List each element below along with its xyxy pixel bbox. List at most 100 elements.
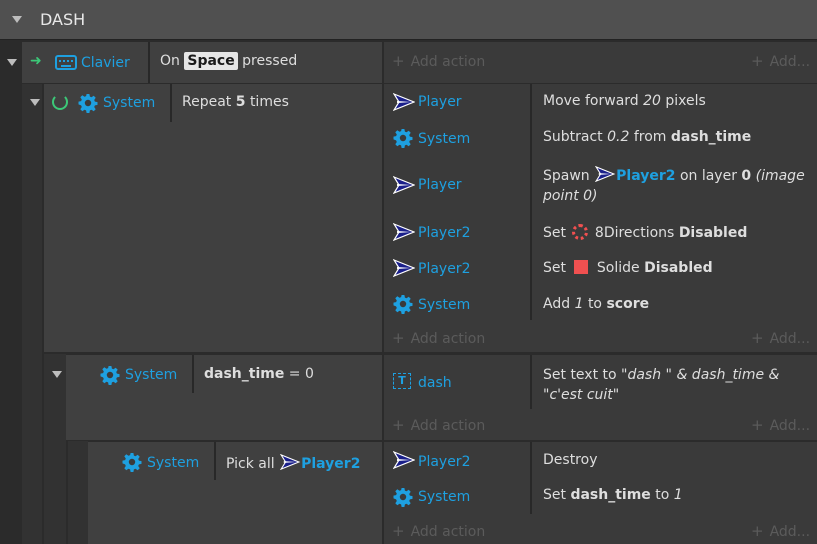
trigger-arrow-icon: ➜ xyxy=(30,53,42,69)
player2-sprite-icon xyxy=(393,223,415,241)
plus-icon: + xyxy=(392,416,405,434)
actions-block[interactable]: Player Move forward 20 pixels System Sub… xyxy=(384,84,817,352)
action-row[interactable]: Player2 Set Solide Disabled xyxy=(384,250,817,286)
add-action-label: Add action xyxy=(410,524,486,540)
directions-icon xyxy=(572,224,589,240)
condition-text-post: pressed xyxy=(242,53,298,69)
repeat-count: 5 xyxy=(235,94,246,110)
add-action-link[interactable]: + Add action xyxy=(392,52,485,70)
gear-icon xyxy=(100,365,120,385)
behavior-state: Disabled xyxy=(644,260,713,276)
action-row[interactable]: Player2 Set 8Directions Disabled xyxy=(384,214,817,250)
add-more-label: Add... xyxy=(769,524,811,540)
action-text-pre: Set xyxy=(543,225,566,241)
action-object-name[interactable]: System xyxy=(418,489,470,505)
condition-text[interactable]: Pick all Player2 xyxy=(226,454,360,472)
plus-icon: + xyxy=(751,522,764,540)
action-text-mid: to xyxy=(587,296,602,312)
action-text[interactable]: Spawn Player2 on layer 0 (image point 0) xyxy=(543,166,805,206)
event-row[interactable]: ➜ Clavier On Space pressed + Add action +… xyxy=(0,42,817,83)
action-object-name[interactable]: Player2 xyxy=(418,225,470,241)
actions-block[interactable]: T dash Set text to "dash " & dash_time &… xyxy=(384,355,817,440)
action-object-name[interactable]: Player xyxy=(418,94,462,110)
event-row[interactable]: System Repeat 5 times Player Move forwar… xyxy=(0,84,817,354)
condition-object-name[interactable]: System xyxy=(147,455,199,471)
action-object-name[interactable]: dash xyxy=(418,375,452,391)
add-action-link[interactable]: + Add action xyxy=(392,329,485,347)
action-text[interactable]: Add 1 to score xyxy=(543,296,649,312)
condition-text-pre: Pick all xyxy=(226,456,275,472)
condition-block[interactable]: ➜ Clavier On Space pressed xyxy=(22,42,382,83)
condition-object-name[interactable]: Clavier xyxy=(81,55,130,71)
gear-icon xyxy=(122,452,142,472)
plus-icon: + xyxy=(392,522,405,540)
action-text[interactable]: Subtract 0.2 from dash_time xyxy=(543,129,751,145)
action-text-mid: on layer xyxy=(679,168,737,184)
add-action-link[interactable]: + Add action xyxy=(392,522,485,540)
group-header[interactable]: DASH xyxy=(0,0,817,40)
action-value: 1 xyxy=(673,487,683,503)
add-more-label: Add... xyxy=(769,54,811,70)
action-object-name[interactable]: Player xyxy=(418,177,462,193)
collapse-arrow-icon[interactable] xyxy=(30,99,40,106)
player2-sprite-icon xyxy=(594,166,616,182)
player2-sprite-icon xyxy=(393,451,415,469)
action-text-pre: Subtract xyxy=(543,129,603,145)
action-row[interactable]: System Set dash_time to 1 xyxy=(384,478,817,514)
gear-icon xyxy=(78,93,98,113)
action-row[interactable]: Player Move forward 20 pixels xyxy=(384,84,817,120)
condition-object-name[interactable]: System xyxy=(103,95,155,111)
spawn-target[interactable]: Player2 xyxy=(616,168,675,184)
condition-block[interactable]: System Repeat 5 times xyxy=(44,84,382,352)
action-row[interactable]: T dash Set text to "dash " & dash_time &… xyxy=(384,355,817,409)
add-action-label: Add action xyxy=(410,418,486,434)
action-text[interactable]: Destroy xyxy=(543,452,597,468)
divider xyxy=(192,355,194,393)
add-more-link[interactable]: + Add... xyxy=(751,522,810,540)
action-text[interactable]: Set Solide Disabled xyxy=(543,260,713,276)
action-text[interactable]: Set text to "dash " & dash_time & "c'est… xyxy=(543,365,809,405)
action-object-name[interactable]: System xyxy=(418,297,470,313)
add-action-link[interactable]: + Add action xyxy=(392,416,485,434)
collapse-arrow-icon[interactable] xyxy=(7,59,17,66)
condition-object-name[interactable]: System xyxy=(125,367,177,383)
condition-text-post: times xyxy=(249,94,289,110)
divider xyxy=(214,442,216,480)
action-text[interactable]: Set 8Directions Disabled xyxy=(543,224,747,241)
action-row[interactable]: Player Spawn Player2 on layer 0 (image p… xyxy=(384,156,817,214)
divider xyxy=(148,42,150,83)
pick-target[interactable]: Player2 xyxy=(301,456,360,472)
add-more-link[interactable]: + Add... xyxy=(751,52,810,70)
event-row[interactable]: System Pick all Player2 Player2 Destroy … xyxy=(0,442,817,544)
repeat-icon xyxy=(52,94,68,110)
add-more-link[interactable]: + Add... xyxy=(751,329,810,347)
add-more-link[interactable]: + Add... xyxy=(751,416,810,434)
text-object-icon: T xyxy=(393,373,411,389)
action-text-pre: Add xyxy=(543,296,571,312)
condition-text[interactable]: dash_time = 0 xyxy=(204,366,314,382)
collapse-arrow-icon[interactable] xyxy=(52,371,62,378)
action-row[interactable]: System Subtract 0.2 from dash_time xyxy=(384,120,817,156)
comparison: = 0 xyxy=(288,366,314,382)
gear-icon xyxy=(393,128,413,148)
gear-icon xyxy=(393,487,413,507)
action-text[interactable]: Set dash_time to 1 xyxy=(543,487,683,503)
action-object-name[interactable]: System xyxy=(418,131,470,147)
action-row[interactable]: System Add 1 to score xyxy=(384,286,817,322)
action-object-name[interactable]: Player2 xyxy=(418,454,470,470)
action-text[interactable]: Move forward 20 pixels xyxy=(543,93,706,109)
action-text-post: pixels xyxy=(665,93,706,109)
plus-icon: + xyxy=(751,329,764,347)
collapse-group-arrow-icon[interactable] xyxy=(12,16,22,23)
actions-block[interactable]: Player2 Destroy System Set dash_time to … xyxy=(384,442,817,544)
event-row[interactable]: System dash_time = 0 T dash Set text to … xyxy=(0,355,817,440)
condition-block[interactable]: System dash_time = 0 xyxy=(66,355,382,440)
add-action-label: Add action xyxy=(410,331,486,347)
action-row[interactable]: Player2 Destroy xyxy=(384,442,817,478)
condition-text[interactable]: Repeat 5 times xyxy=(182,94,289,110)
condition-block[interactable]: System Pick all Player2 xyxy=(88,442,382,544)
condition-text[interactable]: On Space pressed xyxy=(160,52,298,70)
action-text-pre: Set xyxy=(543,260,566,276)
action-object-name[interactable]: Player2 xyxy=(418,261,470,277)
actions-block[interactable]: + Add action + Add... xyxy=(384,42,817,83)
